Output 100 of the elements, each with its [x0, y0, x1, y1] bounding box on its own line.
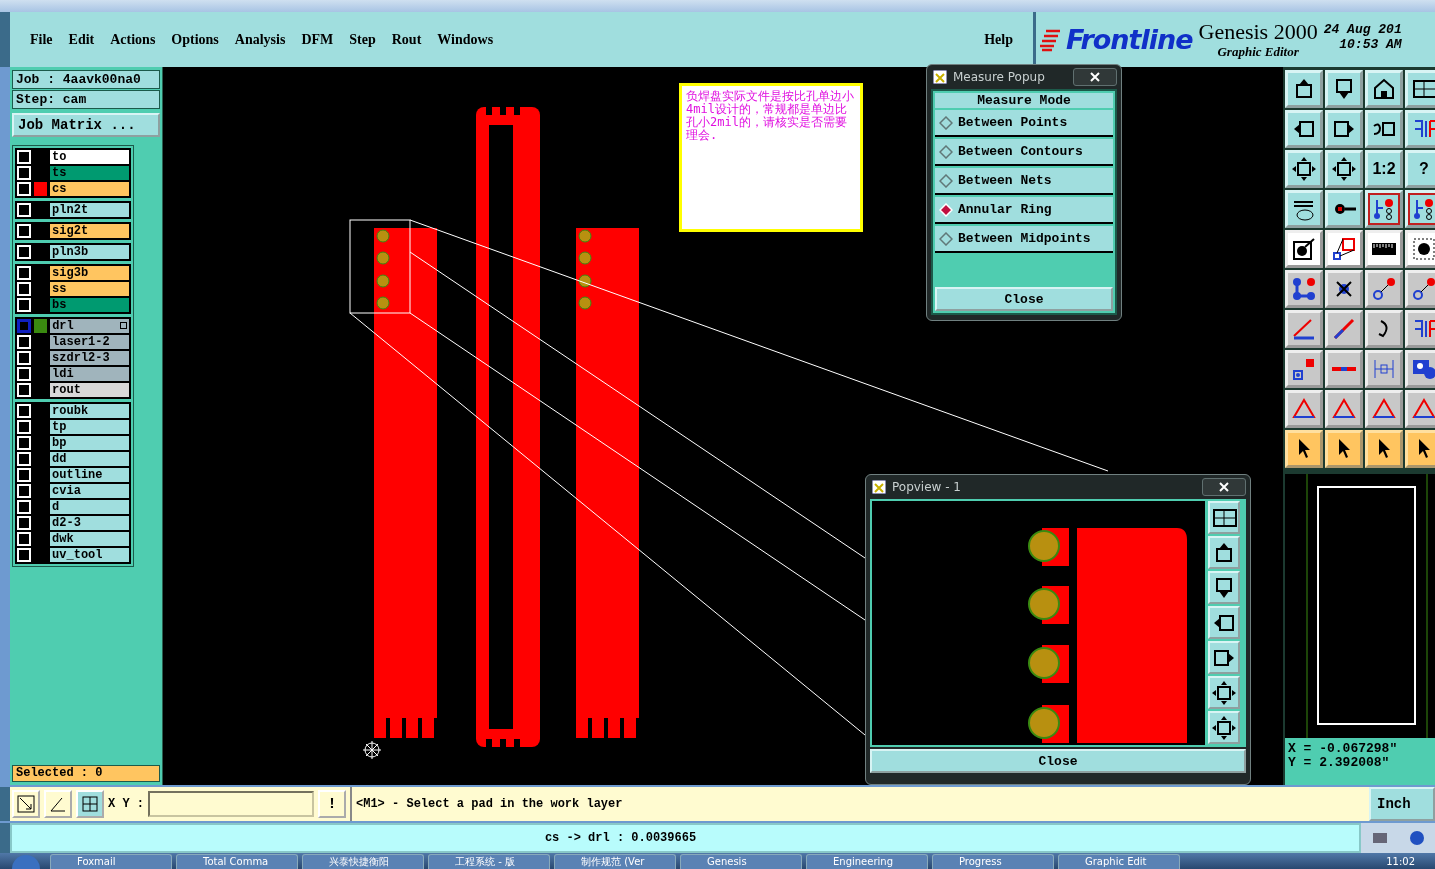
tool-button[interactable] — [1325, 110, 1363, 148]
layer-name[interactable]: bs — [50, 298, 129, 312]
close-button[interactable]: Close — [870, 749, 1246, 773]
tool-button[interactable] — [1325, 230, 1363, 268]
measure-mode-option[interactable]: Between Contours — [935, 139, 1113, 166]
measure-mode-option[interactable]: Between Points — [935, 110, 1113, 137]
tool-button[interactable] — [1405, 110, 1435, 148]
tool-button[interactable] — [1365, 110, 1403, 148]
taskbar-item[interactable]: 制作规范 (Ver — [554, 854, 676, 869]
tool-button[interactable] — [1285, 150, 1323, 188]
layer-name[interactable]: cs — [50, 182, 129, 196]
taskbar-item[interactable]: 工程系统 - 版 — [428, 854, 550, 869]
layer-name[interactable]: bp — [50, 436, 129, 450]
tool-button[interactable] — [1365, 190, 1403, 228]
taskbar-item[interactable]: Progress — [932, 854, 1054, 869]
layer-name[interactable]: ts — [50, 166, 129, 180]
taskbar-item[interactable]: 兴泰快捷衡阳 — [302, 854, 424, 869]
tool-button[interactable] — [1208, 501, 1240, 534]
layer-name[interactable]: outline — [50, 468, 129, 482]
tool-button[interactable] — [1365, 390, 1403, 428]
tool-button[interactable] — [1365, 310, 1403, 348]
tool-button[interactable] — [1325, 270, 1363, 308]
tool-button[interactable]: 1:2 — [1365, 150, 1403, 188]
measure-mode-option[interactable]: Between Nets — [935, 168, 1113, 195]
tool-button[interactable] — [1208, 536, 1240, 569]
layer-name[interactable]: pln2t — [50, 203, 129, 217]
taskbar-item[interactable]: Genesis — [680, 854, 802, 869]
layer-name[interactable]: ldi — [50, 367, 129, 381]
layer-name[interactable]: tp — [50, 420, 129, 434]
layer-name[interactable]: laser1-2 — [50, 335, 129, 349]
layer-name[interactable]: roubk — [50, 404, 129, 418]
taskbar-item[interactable]: Graphic Edit — [1058, 854, 1180, 869]
tool-button[interactable] — [1208, 676, 1240, 709]
layer-name[interactable]: rout — [50, 383, 129, 397]
tool-button[interactable] — [1285, 430, 1323, 468]
layer-name[interactable]: dd — [50, 452, 129, 466]
layer-name[interactable]: dwk — [50, 532, 129, 546]
tool-button[interactable] — [1285, 230, 1323, 268]
tool-button[interactable] — [1405, 310, 1435, 348]
tool-button[interactable] — [1405, 430, 1435, 468]
layer-checkbox[interactable] — [17, 319, 31, 333]
tool-button[interactable] — [1208, 711, 1240, 744]
tool-button[interactable] — [1405, 350, 1435, 388]
layer-name[interactable]: sig3b — [50, 266, 129, 280]
tool-button[interactable] — [1325, 390, 1363, 428]
tool-button[interactable] — [1208, 606, 1240, 639]
menu-item[interactable]: File — [24, 29, 59, 50]
help-menu[interactable]: Help — [978, 29, 1019, 50]
layer-name[interactable]: cvia — [50, 484, 129, 498]
layer-name[interactable]: drl — [50, 319, 129, 333]
tool-button[interactable] — [1365, 270, 1403, 308]
units-button[interactable]: Inch — [1369, 787, 1435, 821]
tool-button[interactable] — [1285, 70, 1323, 108]
layer-name[interactable]: pln3b — [50, 245, 129, 259]
tool-button[interactable] — [1325, 190, 1363, 228]
tool-button[interactable] — [1285, 310, 1323, 348]
tool-button[interactable] — [1325, 150, 1363, 188]
menu-item[interactable]: Edit — [62, 29, 101, 50]
tool-button[interactable] — [1285, 190, 1323, 228]
menu-item[interactable]: Windows — [431, 29, 500, 50]
layer-name[interactable]: uv_tool — [50, 548, 129, 562]
tool-button[interactable] — [1365, 70, 1403, 108]
tool-button[interactable] — [1405, 270, 1435, 308]
tool-button[interactable] — [1285, 110, 1323, 148]
layer-name[interactable]: sig2t — [50, 224, 129, 238]
tool-button[interactable] — [1365, 230, 1403, 268]
menu-item[interactable]: Actions — [104, 29, 162, 50]
xy-input-field[interactable] — [148, 791, 314, 817]
layer-name[interactable]: d — [50, 500, 129, 514]
taskbar-item[interactable]: Engineering — [806, 854, 928, 869]
tool-button[interactable] — [1405, 70, 1435, 108]
menu-item[interactable]: Options — [165, 29, 225, 50]
menu-item[interactable]: Step — [343, 29, 382, 50]
tool-button[interactable] — [1405, 390, 1435, 428]
layer-name[interactable]: d2-3 — [50, 516, 129, 530]
layer-name[interactable]: szdrl2-3 — [50, 351, 129, 365]
tool-button[interactable] — [1405, 230, 1435, 268]
tool-button[interactable] — [1285, 390, 1323, 428]
close-button[interactable] — [1073, 68, 1117, 86]
close-button[interactable]: Close — [935, 287, 1113, 311]
tool-button[interactable] — [1208, 641, 1240, 674]
close-button[interactable] — [1202, 478, 1246, 496]
menu-item[interactable]: DFM — [295, 29, 340, 50]
tool-button[interactable] — [1325, 430, 1363, 468]
tool-button[interactable] — [1365, 430, 1403, 468]
menu-item[interactable]: Analysis — [228, 29, 292, 50]
menu-item[interactable]: Rout — [385, 29, 428, 50]
layer-name[interactable]: ss — [50, 282, 129, 296]
tool-button[interactable]: ? — [1405, 150, 1435, 188]
layer-name[interactable]: to — [50, 150, 129, 164]
measure-mode-option[interactable]: Annular Ring — [935, 197, 1113, 224]
taskbar-item[interactable]: Foxmail — [50, 854, 172, 869]
tool-button[interactable] — [1405, 190, 1435, 228]
alert-button[interactable]: ! — [318, 790, 346, 818]
taskbar-item[interactable]: Total Comma — [176, 854, 298, 869]
tool-button[interactable] — [1325, 70, 1363, 108]
measure-mode-option[interactable]: Between Midpoints — [935, 226, 1113, 253]
tool-button[interactable] — [1208, 571, 1240, 604]
job-matrix-button[interactable]: Job Matrix ... — [12, 113, 160, 137]
tool-button[interactable] — [1285, 350, 1323, 388]
